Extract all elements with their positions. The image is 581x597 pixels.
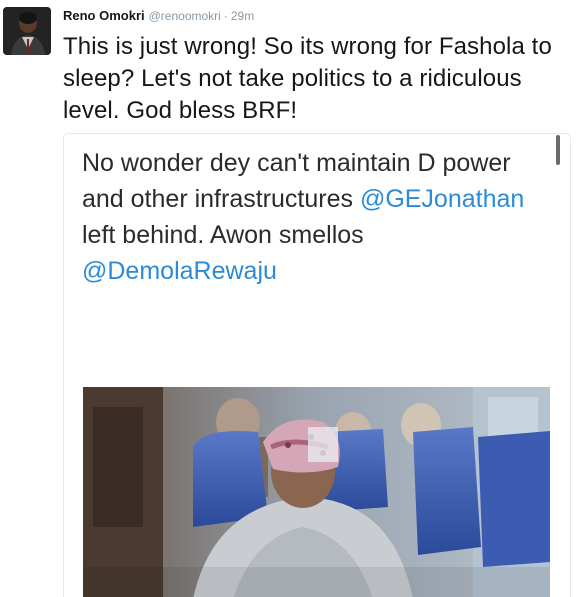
quoted-text-line2: left behind. Awon smellos xyxy=(82,221,364,249)
separator-dot: · xyxy=(223,9,228,23)
scrollbar[interactable] xyxy=(556,135,560,165)
tweet: Reno Omokri @renoomokri · 29m This is just … xyxy=(0,0,581,597)
author-name[interactable]: Reno Omokri xyxy=(63,8,145,23)
tweet-header: Reno Omokri @renoomokri · 29m xyxy=(63,8,254,24)
mention-demolarewaju[interactable]: @DemolaRewaju xyxy=(82,257,277,285)
avatar[interactable] xyxy=(3,7,51,55)
photo-sleeping-passenger[interactable] xyxy=(83,387,550,597)
avatar-image xyxy=(3,7,51,55)
author-handle[interactable]: @renoomokri xyxy=(149,9,221,23)
mention-gejonathan[interactable]: @GEJonathan xyxy=(360,185,524,213)
quoted-text: No wonder dey can't maintain D power and… xyxy=(82,145,552,289)
tweet-text: This is just wrong! So its wrong for Fas… xyxy=(63,33,552,124)
tweet-timestamp[interactable]: 29m xyxy=(231,9,254,23)
photo-image xyxy=(83,387,550,597)
